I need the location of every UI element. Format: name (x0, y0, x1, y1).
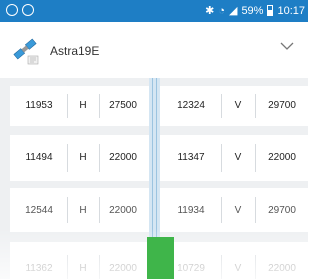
satellite-icon (13, 38, 39, 65)
transponder-card[interactable]: 11953 H 27500 (10, 86, 149, 126)
symbol-rate: 22000 (109, 205, 137, 216)
symbol-rate: 22000 (268, 263, 296, 274)
polarization: H (79, 263, 87, 274)
transponder-card[interactable]: 11494 H 22000 (10, 135, 149, 181)
symbol-rate: 22000 (268, 152, 296, 163)
transponder-card[interactable]: 11362 H 22000 (10, 242, 149, 279)
wifi-icon: ◔ (218, 4, 225, 17)
symbol-rate: 22000 (109, 152, 137, 163)
frequency: 12324 (177, 100, 205, 111)
transponder-card[interactable]: 12324 V 29700 (160, 86, 308, 126)
signal-icon: ◢ (228, 5, 238, 17)
symbol-rate: 29700 (268, 205, 296, 216)
frequency: 11494 (25, 152, 53, 163)
battery-icon (267, 5, 274, 16)
satellite-name: Astra19E (50, 44, 100, 58)
polarization: H (79, 205, 87, 216)
whatsapp-icon (6, 4, 18, 16)
frequency: 11934 (177, 205, 205, 216)
polarization: V (234, 263, 242, 274)
polarization: H (79, 100, 87, 111)
polarization: V (234, 205, 242, 216)
clock: 10:17 (277, 4, 305, 17)
transponder-card[interactable]: 11347 V 22000 (160, 135, 308, 181)
frequency: 11953 (25, 100, 53, 111)
frequency: 12544 (25, 205, 53, 216)
chevron-down-icon[interactable] (280, 42, 294, 51)
satellite-selector[interactable]: Astra19E (0, 22, 308, 78)
app-notification-icon (22, 4, 34, 16)
frequency: 11362 (25, 263, 53, 274)
symbol-rate: 29700 (268, 100, 296, 111)
transponder-card[interactable]: 11934 V 29700 (160, 188, 308, 232)
polarization: H (79, 152, 87, 163)
symbol-rate: 27500 (109, 100, 137, 111)
bluetooth-icon: ✱ (205, 5, 215, 17)
polarization: V (234, 152, 242, 163)
status-bar: ✱ ◔ ◢ 59% 10:17 (0, 0, 308, 22)
transponder-card[interactable]: 10729 V 22000 (160, 242, 308, 279)
signal-level-handle[interactable] (147, 237, 174, 279)
symbol-rate: 22000 (109, 263, 137, 274)
transponder-card[interactable]: 12544 H 22000 (10, 188, 149, 232)
polarization: V (234, 100, 242, 111)
frequency: 11347 (177, 152, 205, 163)
battery-percent: 59% (241, 4, 264, 17)
